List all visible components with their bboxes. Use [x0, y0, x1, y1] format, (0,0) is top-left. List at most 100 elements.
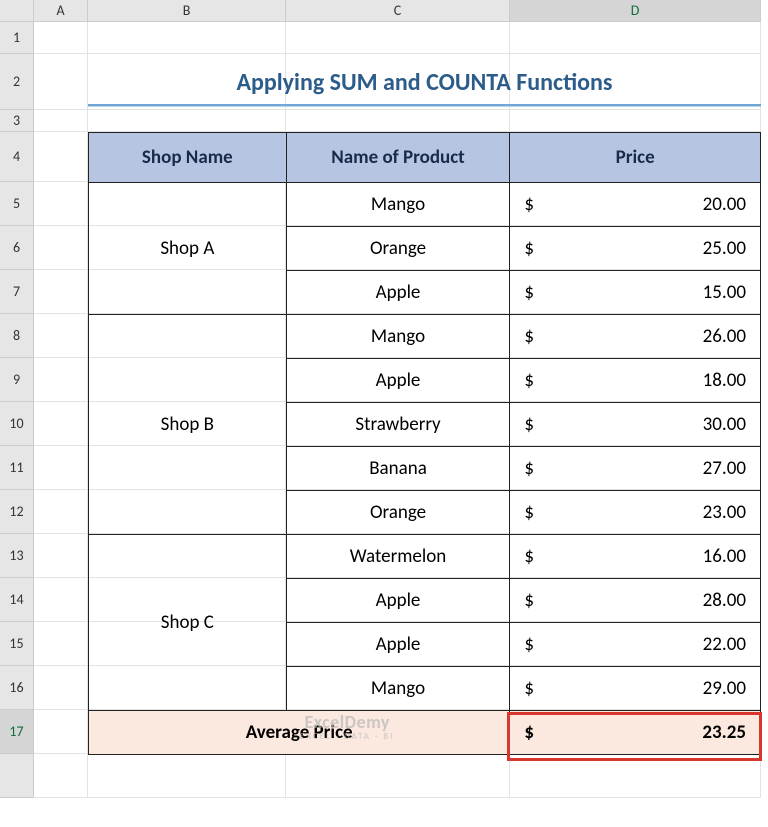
cell[interactable]: [34, 22, 88, 54]
currency-symbol: $: [524, 369, 534, 392]
column-header-d[interactable]: D: [510, 0, 761, 21]
row-header[interactable]: 9: [0, 358, 34, 402]
cell[interactable]: [88, 110, 286, 132]
header-price[interactable]: Price: [510, 133, 761, 183]
row-header[interactable]: 1: [0, 22, 34, 54]
row-header[interactable]: 3: [0, 110, 34, 132]
row-header[interactable]: 11: [0, 446, 34, 490]
table-header-row: Shop Name Name of Product Price: [89, 133, 761, 183]
cell-price[interactable]: $28.00: [510, 579, 761, 623]
currency-symbol: $: [524, 721, 534, 744]
cell-product[interactable]: Apple: [286, 623, 510, 667]
cell-product[interactable]: Mango: [286, 667, 510, 711]
row-header[interactable]: [0, 754, 34, 798]
cell[interactable]: [34, 666, 88, 710]
cell[interactable]: [34, 402, 88, 446]
price-value: 26.00: [703, 325, 746, 348]
currency-symbol: $: [524, 633, 534, 656]
row-header[interactable]: 17: [0, 710, 34, 754]
cell-product[interactable]: Apple: [286, 271, 510, 315]
cell[interactable]: [34, 270, 88, 314]
price-value: 20.00: [703, 193, 746, 216]
cell[interactable]: [34, 578, 88, 622]
price-value: 18.00: [703, 369, 746, 392]
row-header[interactable]: 5: [0, 182, 34, 226]
header-shop[interactable]: Shop Name: [89, 133, 287, 183]
cell[interactable]: [88, 754, 286, 798]
cell-price[interactable]: $26.00: [510, 315, 761, 359]
cell[interactable]: [286, 110, 510, 132]
select-all-corner[interactable]: [0, 0, 34, 21]
table-row: Shop CWatermelon$16.00: [89, 535, 761, 579]
row-header[interactable]: 2: [0, 54, 34, 110]
column-header-row: A B C D: [0, 0, 768, 22]
cell[interactable]: [510, 754, 761, 798]
cell-product[interactable]: Orange: [286, 491, 510, 535]
cell-price[interactable]: $15.00: [510, 271, 761, 315]
cell[interactable]: [34, 314, 88, 358]
column-header-c[interactable]: C: [286, 0, 510, 21]
cell[interactable]: [34, 534, 88, 578]
cell[interactable]: [34, 54, 88, 110]
cell-product[interactable]: Banana: [286, 447, 510, 491]
currency-symbol: $: [524, 237, 534, 260]
spreadsheet: A B C D 1 2 3 4 5 6 7 8 9 10 11 12 13 14…: [0, 0, 768, 827]
cell[interactable]: [510, 22, 761, 54]
cell[interactable]: [34, 110, 88, 132]
cell-product[interactable]: Apple: [286, 579, 510, 623]
row-header[interactable]: 14: [0, 578, 34, 622]
cell-shop[interactable]: Shop B: [89, 315, 287, 535]
cell-product[interactable]: Apple: [286, 359, 510, 403]
cell-shop[interactable]: Shop C: [89, 535, 287, 711]
row-header[interactable]: 13: [0, 534, 34, 578]
cell[interactable]: [34, 358, 88, 402]
row-header[interactable]: 4: [0, 132, 34, 182]
cell-shop[interactable]: Shop A: [89, 183, 287, 315]
cell-price[interactable]: $23.00: [510, 491, 761, 535]
row-header[interactable]: 15: [0, 622, 34, 666]
cell[interactable]: [286, 22, 510, 54]
cell[interactable]: [34, 710, 88, 754]
cell[interactable]: [34, 446, 88, 490]
cell-price[interactable]: $18.00: [510, 359, 761, 403]
cell-product[interactable]: Orange: [286, 227, 510, 271]
cell[interactable]: [34, 490, 88, 534]
summary-label[interactable]: Average Price: [89, 711, 510, 755]
cell[interactable]: [34, 754, 88, 798]
cell[interactable]: [34, 182, 88, 226]
summary-value-cell[interactable]: $23.25: [510, 711, 761, 755]
cell[interactable]: [34, 226, 88, 270]
row-header[interactable]: 7: [0, 270, 34, 314]
page-title: Applying SUM and COUNTA Functions: [88, 54, 761, 110]
currency-symbol: $: [524, 501, 534, 524]
row-header[interactable]: 16: [0, 666, 34, 710]
cell-product[interactable]: Watermelon: [286, 535, 510, 579]
header-product[interactable]: Name of Product: [286, 133, 510, 183]
column-header-a[interactable]: A: [34, 0, 88, 21]
cell-price[interactable]: $27.00: [510, 447, 761, 491]
row-header[interactable]: 10: [0, 402, 34, 446]
cell[interactable]: [34, 622, 88, 666]
cell[interactable]: [286, 754, 510, 798]
cell-price[interactable]: $25.00: [510, 227, 761, 271]
cell-product[interactable]: Strawberry: [286, 403, 510, 447]
summary-value: 23.25: [702, 721, 746, 744]
cell[interactable]: [34, 132, 88, 182]
cell-price[interactable]: $29.00: [510, 667, 761, 711]
row-header[interactable]: 12: [0, 490, 34, 534]
cell-price[interactable]: $16.00: [510, 535, 761, 579]
column-header-b[interactable]: B: [88, 0, 286, 21]
row-header[interactable]: 6: [0, 226, 34, 270]
cell-price[interactable]: $30.00: [510, 403, 761, 447]
row-header[interactable]: 8: [0, 314, 34, 358]
table-row: Shop AMango$20.00: [89, 183, 761, 227]
cell-price[interactable]: $20.00: [510, 183, 761, 227]
cell[interactable]: [510, 110, 761, 132]
price-value: 16.00: [703, 545, 746, 568]
cell-product[interactable]: Mango: [286, 315, 510, 359]
table-row: Shop BMango$26.00: [89, 315, 761, 359]
title-underline: [88, 104, 761, 107]
cell-product[interactable]: Mango: [286, 183, 510, 227]
cell[interactable]: [88, 22, 286, 54]
cell-price[interactable]: $22.00: [510, 623, 761, 667]
